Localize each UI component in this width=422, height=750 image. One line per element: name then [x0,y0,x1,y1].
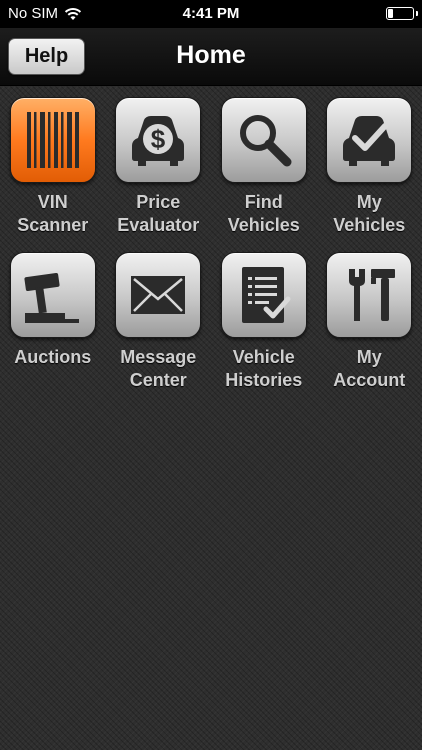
car-check-icon [343,116,396,166]
price-evaluator-button[interactable]: $ [115,97,202,183]
tools-icon [349,269,396,321]
my-vehicles-button[interactable] [326,97,413,183]
barcode-icon [26,112,79,168]
status-time: 4:41 PM [182,5,240,22]
vin-scanner-button[interactable] [9,97,96,183]
envelope-icon [131,276,186,314]
message-center-button[interactable] [115,252,202,338]
tile-label: Vehicle Histories [225,347,303,390]
battery-tip [416,11,418,16]
svg-text:$: $ [151,124,166,154]
home-menu-grid: VIN Scanner $ Price Evaluator Find Vehicles [0,97,422,407]
tile-label: VIN Scanner [17,192,89,235]
magnifier-icon [239,115,292,167]
auctions-button[interactable] [9,252,96,338]
battery-icon [386,7,414,20]
tile-vin-scanner[interactable]: VIN Scanner [0,97,106,252]
price-car-icon: $ [132,116,185,166]
tile-my-vehicles[interactable]: My Vehicles [317,97,422,252]
tile-label: Find Vehicles [227,192,300,235]
tile-find-vehicles[interactable]: Find Vehicles [211,97,317,252]
checklist-icon [241,267,291,323]
tile-label: My Account [333,347,406,390]
my-account-button[interactable] [326,252,413,338]
status-bar: No SIM 4:41 PM [0,0,422,28]
tile-label: My Vehicles [333,192,406,235]
tile-price-evaluator[interactable]: $ Price Evaluator [106,97,212,252]
tile-label: Message Center [120,347,197,390]
tile-my-account[interactable]: My Account [317,252,422,407]
tile-label: Price Evaluator [117,192,200,235]
page-title: Home [176,41,246,69]
tile-vehicle-histories[interactable]: Vehicle Histories [211,252,317,407]
gavel-icon [24,272,79,323]
vehicle-histories-button[interactable] [220,252,307,338]
find-vehicles-button[interactable] [220,97,307,183]
navigation-bar: Help Home [0,28,422,86]
tile-auctions[interactable]: Auctions [0,252,106,407]
tile-message-center[interactable]: Message Center [106,252,212,407]
tile-label: Auctions [14,347,92,367]
